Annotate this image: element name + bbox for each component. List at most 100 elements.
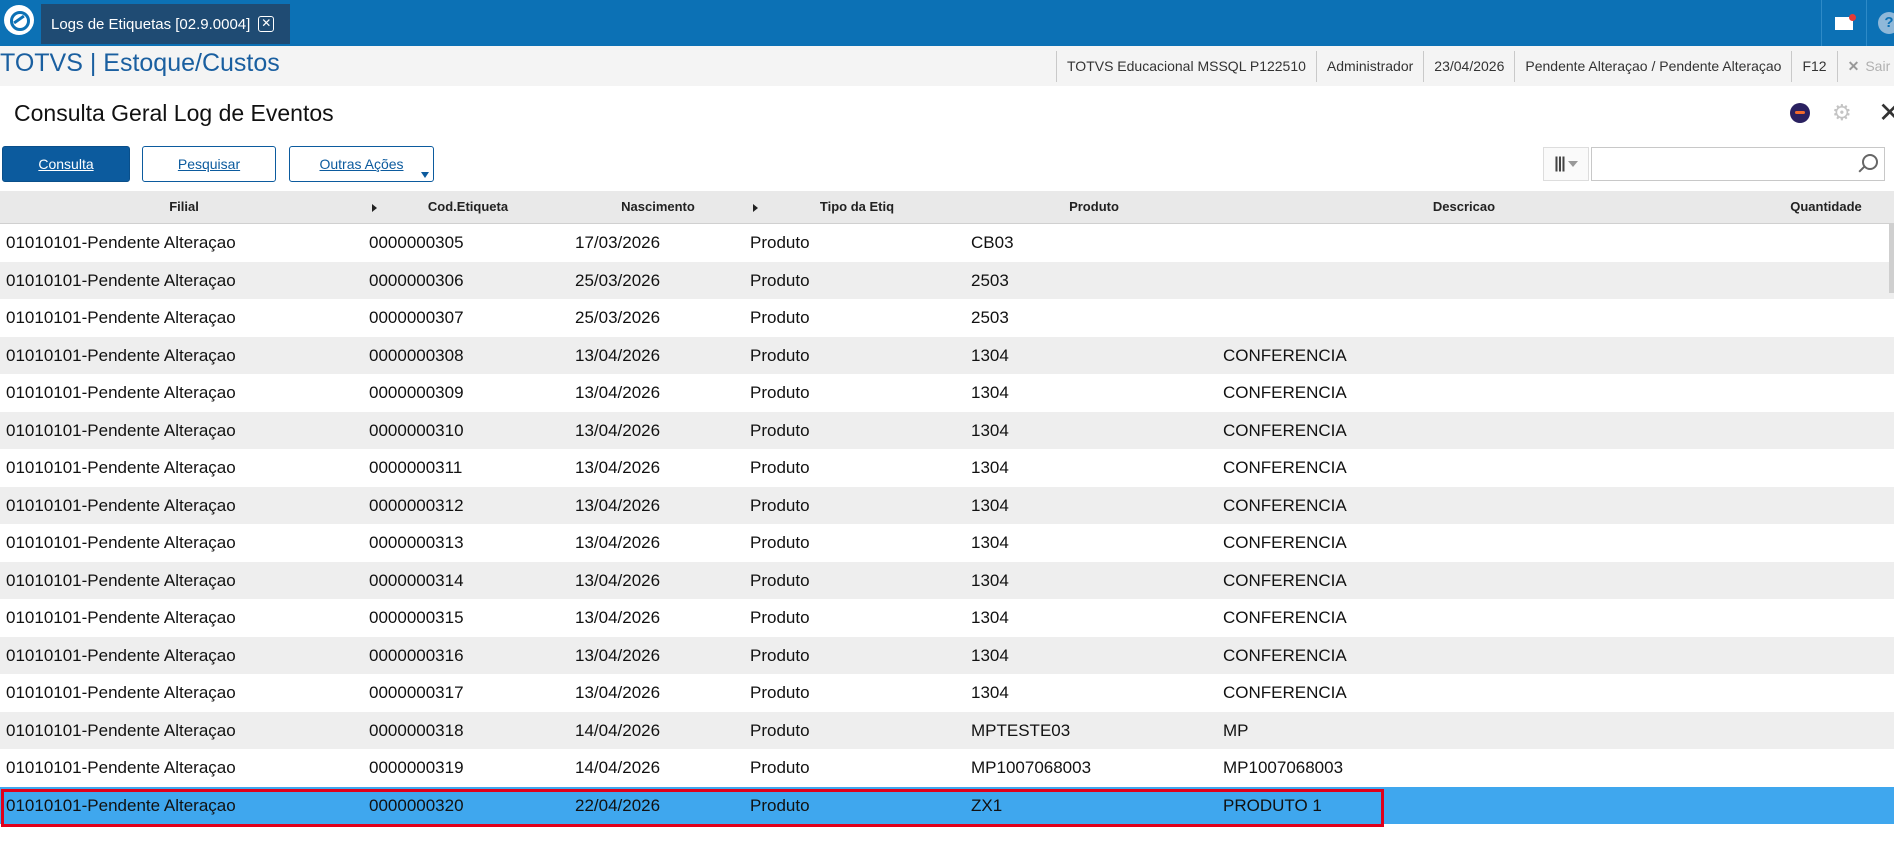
exit-label: Sair — [1865, 58, 1891, 74]
cell-descricao: CONFERENCIA — [1223, 495, 1347, 515]
cell-produto: 1304 — [971, 683, 1009, 702]
cell-cod: 0000000317 — [369, 683, 464, 702]
cell-filial: 01010101-Pendente Alteraçao — [6, 495, 236, 515]
assistant-icon[interactable] — [1790, 103, 1810, 123]
cell-nascimento: 13/04/2026 — [575, 383, 661, 402]
cell-tipo: Produto — [750, 608, 810, 627]
col-header-cod[interactable]: Cod.Etiqueta — [398, 191, 538, 223]
col-header-tipo[interactable]: Tipo da Etiq — [790, 191, 924, 223]
table-row[interactable]: 01010101-Pendente Alteraçao 0000000314 13/… — [0, 561, 1894, 599]
grid-body: 01010101-Pendente Alteraçao 0000000305 17/… — [0, 224, 1894, 824]
col-header-produto[interactable]: Produto — [1020, 191, 1168, 223]
cell-nascimento: 17/03/2026 — [575, 233, 661, 252]
col-header-nascimento[interactable]: Nascimento — [590, 191, 726, 223]
cell-filial: 01010101-Pendente Alteraçao — [6, 383, 236, 402]
col-header-descricao[interactable]: Descricao — [1400, 191, 1528, 223]
cell-filial: 01010101-Pendente Alteraçao — [6, 458, 236, 477]
table-row[interactable]: 01010101-Pendente Alteraçao 0000000308 13/… — [0, 336, 1894, 374]
cell-descricao: PRODUTO 1 — [1223, 795, 1322, 815]
tab-close-icon[interactable]: ✕ — [258, 16, 275, 32]
pesquisar-label: Pesquisar — [177, 156, 241, 172]
table-row[interactable]: 01010101-Pendente Alteraçao 0000000305 17/… — [0, 224, 1894, 262]
cell-cod: 0000000316 — [369, 645, 464, 665]
table-row[interactable]: 01010101-Pendente Alteraçao 0000000318 14/… — [0, 711, 1894, 749]
help-icon[interactable]: ? — [1866, 0, 1894, 46]
col-header-quantidade[interactable]: Quantidade — [1768, 191, 1884, 223]
branch-label[interactable]: Pendente Alteraçao / Pendente Alteraçao — [1514, 51, 1791, 82]
environment-label[interactable]: TOTVS Educacional MSSQL P122510 — [1056, 51, 1316, 82]
cell-tipo: Produto — [750, 533, 810, 552]
gear-icon[interactable]: ⚙ — [1832, 100, 1852, 126]
date-label[interactable]: 23/04/2026 — [1423, 51, 1514, 82]
table-row[interactable]: 01010101-Pendente Alteraçao 0000000309 13/… — [0, 374, 1894, 412]
cell-cod: 0000000310 — [369, 420, 464, 440]
cell-produto: 1304 — [971, 570, 1009, 590]
cell-filial: 01010101-Pendente Alteraçao — [6, 420, 236, 440]
cell-nascimento: 13/04/2026 — [575, 458, 661, 477]
cell-produto: 1304 — [971, 420, 1009, 440]
user-label[interactable]: Administrador — [1315, 51, 1423, 82]
cell-filial: 01010101-Pendente Alteraçao — [6, 608, 236, 627]
cell-nascimento: 14/04/2026 — [575, 758, 661, 777]
table-row[interactable]: 01010101-Pendente Alteraçao 0000000313 13/… — [0, 524, 1894, 562]
search-input[interactable] — [1598, 148, 1842, 180]
cell-tipo: Produto — [750, 758, 810, 777]
close-window-icon[interactable]: ✕ — [1878, 96, 1894, 129]
cell-filial: 01010101-Pendente Alteraçao — [6, 308, 236, 327]
cell-produto: 2503 — [971, 270, 1009, 290]
cell-filial: 01010101-Pendente Alteraçao — [6, 795, 236, 815]
cell-tipo: Produto — [750, 308, 810, 327]
search-box — [1591, 147, 1885, 181]
cell-descricao: CONFERENCIA — [1223, 345, 1347, 365]
app-tab[interactable]: Logs de Etiquetas [02.9.0004] ✕ — [41, 4, 290, 44]
table-row[interactable]: 01010101-Pendente Alteraçao 0000000316 13/… — [0, 636, 1894, 674]
columns-icon: ||| — [1554, 155, 1565, 172]
expand-arrow-icon[interactable] — [753, 204, 758, 212]
cell-filial: 01010101-Pendente Alteraçao — [6, 270, 236, 290]
expand-arrow-icon[interactable] — [372, 204, 377, 212]
col-header-filial[interactable]: Filial — [100, 191, 268, 223]
shortcut-label[interactable]: F12 — [1791, 51, 1836, 82]
cell-produto: 1304 — [971, 345, 1009, 365]
cell-cod: 0000000309 — [369, 383, 464, 402]
cell-filial: 01010101-Pendente Alteraçao — [6, 570, 236, 590]
cell-produto: 1304 — [971, 383, 1009, 402]
cell-tipo: Produto — [750, 720, 810, 740]
cell-produto: 1304 — [971, 645, 1009, 665]
cell-descricao: CONFERENCIA — [1223, 570, 1347, 590]
module-header: TOTVS | Estoque/Custos TOTVS Educacional… — [0, 46, 1894, 86]
cell-filial: 01010101-Pendente Alteraçao — [6, 683, 236, 702]
cell-tipo: Produto — [750, 233, 810, 252]
cell-nascimento: 13/04/2026 — [575, 345, 661, 365]
column-selector[interactable]: ||| — [1543, 147, 1589, 181]
exit-button[interactable]: ✕ Sair — [1836, 51, 1894, 82]
table-row[interactable]: 01010101-Pendente Alteraçao 0000000310 13/… — [0, 411, 1894, 449]
chevron-down-icon — [1567, 161, 1578, 167]
vertical-scrollbar[interactable] — [1889, 223, 1894, 293]
cell-cod: 0000000320 — [369, 795, 464, 815]
table-row[interactable]: 01010101-Pendente Alteraçao 0000000320 22/… — [0, 786, 1894, 824]
mail-icon[interactable] — [1821, 0, 1866, 46]
cell-tipo: Produto — [750, 645, 810, 665]
table-row[interactable]: 01010101-Pendente Alteraçao 0000000312 13/… — [0, 486, 1894, 524]
table-row[interactable]: 01010101-Pendente Alteraçao 0000000307 25/… — [0, 299, 1894, 337]
cell-cod: 0000000319 — [369, 758, 464, 777]
cell-filial: 01010101-Pendente Alteraçao — [6, 533, 236, 552]
table-row[interactable]: 01010101-Pendente Alteraçao 0000000311 13/… — [0, 449, 1894, 487]
pesquisar-button[interactable]: Pesquisar — [142, 146, 276, 182]
cell-cod: 0000000312 — [369, 495, 464, 515]
cell-cod: 0000000306 — [369, 270, 464, 290]
table-row[interactable]: 01010101-Pendente Alteraçao 0000000317 13/… — [0, 674, 1894, 712]
search-icon[interactable] — [1862, 154, 1878, 170]
cell-tipo: Produto — [750, 683, 810, 702]
cell-filial: 01010101-Pendente Alteraçao — [6, 345, 236, 365]
cell-cod: 0000000307 — [369, 308, 464, 327]
totvs-logo-icon[interactable] — [4, 5, 34, 35]
table-row[interactable]: 01010101-Pendente Alteraçao 0000000315 13/… — [0, 599, 1894, 637]
table-row[interactable]: 01010101-Pendente Alteraçao 0000000319 14/… — [0, 749, 1894, 787]
table-row[interactable]: 01010101-Pendente Alteraçao 0000000306 25/… — [0, 261, 1894, 299]
close-icon: ✕ — [1847, 58, 1860, 74]
consulta-button[interactable]: Consulta — [2, 146, 130, 182]
outras-acoes-button[interactable]: Outras Ações — [289, 146, 434, 182]
cell-nascimento: 22/04/2026 — [575, 795, 661, 815]
